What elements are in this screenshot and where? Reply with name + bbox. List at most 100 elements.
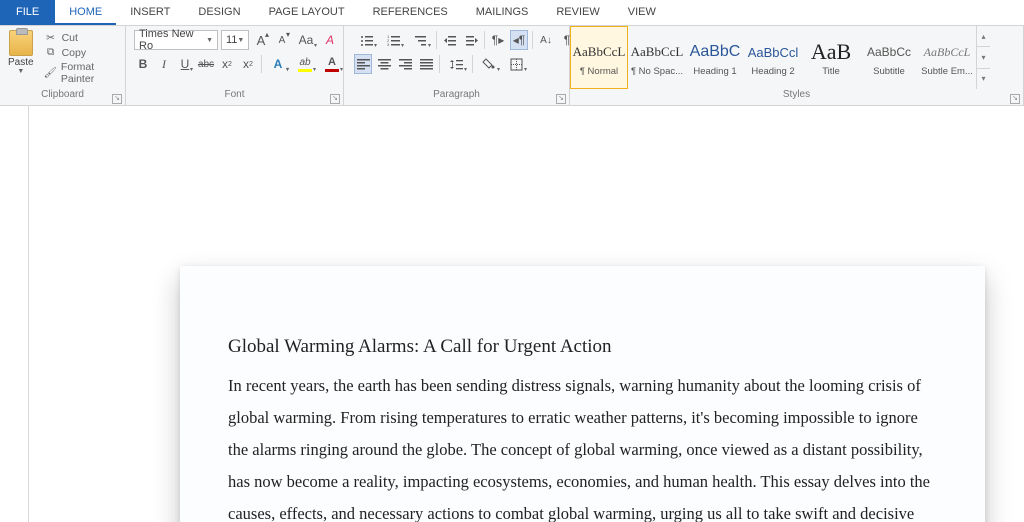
tab-view[interactable]: VIEW [614,0,670,25]
decrease-indent-button[interactable] [441,30,459,50]
tab-home[interactable]: HOME [55,0,116,25]
styles-row-down[interactable]: ▾ [977,47,990,68]
clipboard-dialog-launcher[interactable]: ↘ [112,94,122,104]
style-title[interactable]: AaBTitle [802,26,860,89]
styles-row-up[interactable]: ▴ [977,26,990,47]
sort-button[interactable]: A↓ [537,30,555,50]
ribbon: Paste ▼ ✂ Cut ⧉ Copy 🖌 Format Painter Cl [0,26,1024,106]
group-label-styles: Styles ↘ [570,89,1023,105]
style-name-label: Subtle Em... [921,66,973,77]
style-name-label: Title [822,66,840,77]
ltr-direction-button[interactable]: ¶▸ [489,30,507,50]
style-preview: AaBbCcl [748,38,799,66]
font-color-swatch [325,69,339,72]
font-name-combo[interactable]: Times New Ro▼ [134,30,218,50]
font-dialog-launcher[interactable]: ↘ [330,94,340,104]
style-heading-1[interactable]: AaBbCHeading 1 [686,26,744,89]
format-painter-label: Format Painter [61,61,119,85]
borders-button[interactable] [504,54,528,74]
style-heading-2[interactable]: AaBbCclHeading 2 [744,26,802,89]
subscript-button[interactable]: x2 [218,54,236,74]
document-page[interactable]: Global Warming Alarms: A Call for Urgent… [180,266,985,522]
style-preview: AaBbCcL [573,38,626,66]
italic-button[interactable]: I [155,54,173,74]
font-size-value: 11 [226,34,237,46]
separator [439,55,440,73]
shading-button[interactable] [477,54,501,74]
line-spacing-button[interactable] [444,54,468,74]
text-effects-button[interactable]: A [266,54,290,74]
group-paragraph: 123 ¶▸ ◂¶ A↓ ¶ [344,26,570,105]
align-center-button[interactable] [375,54,393,74]
svg-text:3: 3 [387,42,390,47]
tab-page-layout[interactable]: PAGE LAYOUT [255,0,359,25]
separator [484,31,485,49]
brush-icon: 🖌 [44,66,57,80]
align-right-button[interactable] [396,54,414,74]
group-clipboard: Paste ▼ ✂ Cut ⧉ Copy 🖌 Format Painter Cl [0,26,126,105]
multilevel-list-button[interactable] [408,30,432,50]
format-painter-button[interactable]: 🖌 Format Painter [44,61,119,85]
paste-dropdown[interactable]: ▼ [17,68,24,75]
copy-icon: ⧉ [44,46,58,60]
style--normal[interactable]: AaBbCcL¶ Normal [570,26,628,89]
paragraph-dialog-launcher[interactable]: ↘ [556,94,566,104]
tab-review[interactable]: REVIEW [542,0,613,25]
style-preview: AaBbCc [867,38,911,66]
scissors-icon: ✂ [44,31,58,45]
paste-button[interactable]: Paste [8,57,34,68]
document-area: Global Warming Alarms: A Call for Urgent… [0,106,1024,522]
clear-formatting-button[interactable]: A [321,30,339,50]
group-font: Times New Ro▼ 11▼ A▴ A▾ Aa A B I U abc x… [126,26,344,105]
cut-button[interactable]: ✂ Cut [44,31,119,45]
styles-dialog-launcher[interactable]: ↘ [1010,94,1020,104]
change-case-button[interactable]: Aa [294,30,318,50]
tab-file[interactable]: FILE [0,0,55,25]
superscript-button[interactable]: x2 [239,54,257,74]
style-name-label: ¶ Normal [580,66,618,77]
increase-indent-button[interactable] [462,30,480,50]
font-color-button[interactable]: A [320,54,344,74]
font-size-combo[interactable]: 11▼ [221,30,249,50]
style--no-spac-[interactable]: AaBbCcL¶ No Spac... [628,26,686,89]
font-name-value: Times New Ro [139,28,206,52]
copy-label: Copy [62,47,87,59]
style-preview: AaBbCcL [631,38,684,66]
bullets-button[interactable] [354,30,378,50]
separator [472,55,473,73]
style-name-label: Subtitle [873,66,905,77]
separator [436,31,437,49]
justify-button[interactable] [417,54,435,74]
style-preview: AaBbC [690,38,741,66]
rtl-direction-button[interactable]: ◂¶ [510,30,528,50]
bold-button[interactable]: B [134,54,152,74]
underline-button[interactable]: U [176,54,194,74]
menubar: FILE HOMEINSERTDESIGNPAGE LAYOUTREFERENC… [0,0,1024,26]
style-subtle-em-[interactable]: AaBbCcLSubtle Em... [918,26,976,89]
style-name-label: Heading 2 [751,66,794,77]
numbering-button[interactable]: 123 [381,30,405,50]
paste-icon[interactable] [9,30,33,56]
shrink-font-button[interactable]: A▾ [273,30,291,50]
highlight-button[interactable]: ab [293,54,317,74]
document-body[interactable]: In recent years, the earth has been send… [228,370,937,522]
tab-design[interactable]: DESIGN [184,0,254,25]
tab-references[interactable]: REFERENCES [359,0,462,25]
group-label-paragraph: Paragraph ↘ [344,89,569,105]
align-left-button[interactable] [354,54,372,74]
styles-expand[interactable]: ▾ [977,69,990,89]
separator [261,55,262,73]
tab-mailings[interactable]: MAILINGS [462,0,543,25]
strikethrough-button[interactable]: abc [197,54,215,74]
group-label-font: Font ↘ [126,89,343,105]
copy-button[interactable]: ⧉ Copy [44,46,119,60]
styles-scroll: ▴▾▾ [976,26,990,89]
tab-insert[interactable]: INSERT [116,0,184,25]
grow-font-button[interactable]: A▴ [252,30,270,50]
group-label-clipboard: Clipboard ↘ [0,89,125,105]
style-preview: AaBbCcL [924,38,971,66]
highlight-swatch [298,69,312,72]
cut-label: Cut [62,32,78,44]
style-subtitle[interactable]: AaBbCcSubtitle [860,26,918,89]
document-title[interactable]: Global Warming Alarms: A Call for Urgent… [228,336,937,358]
